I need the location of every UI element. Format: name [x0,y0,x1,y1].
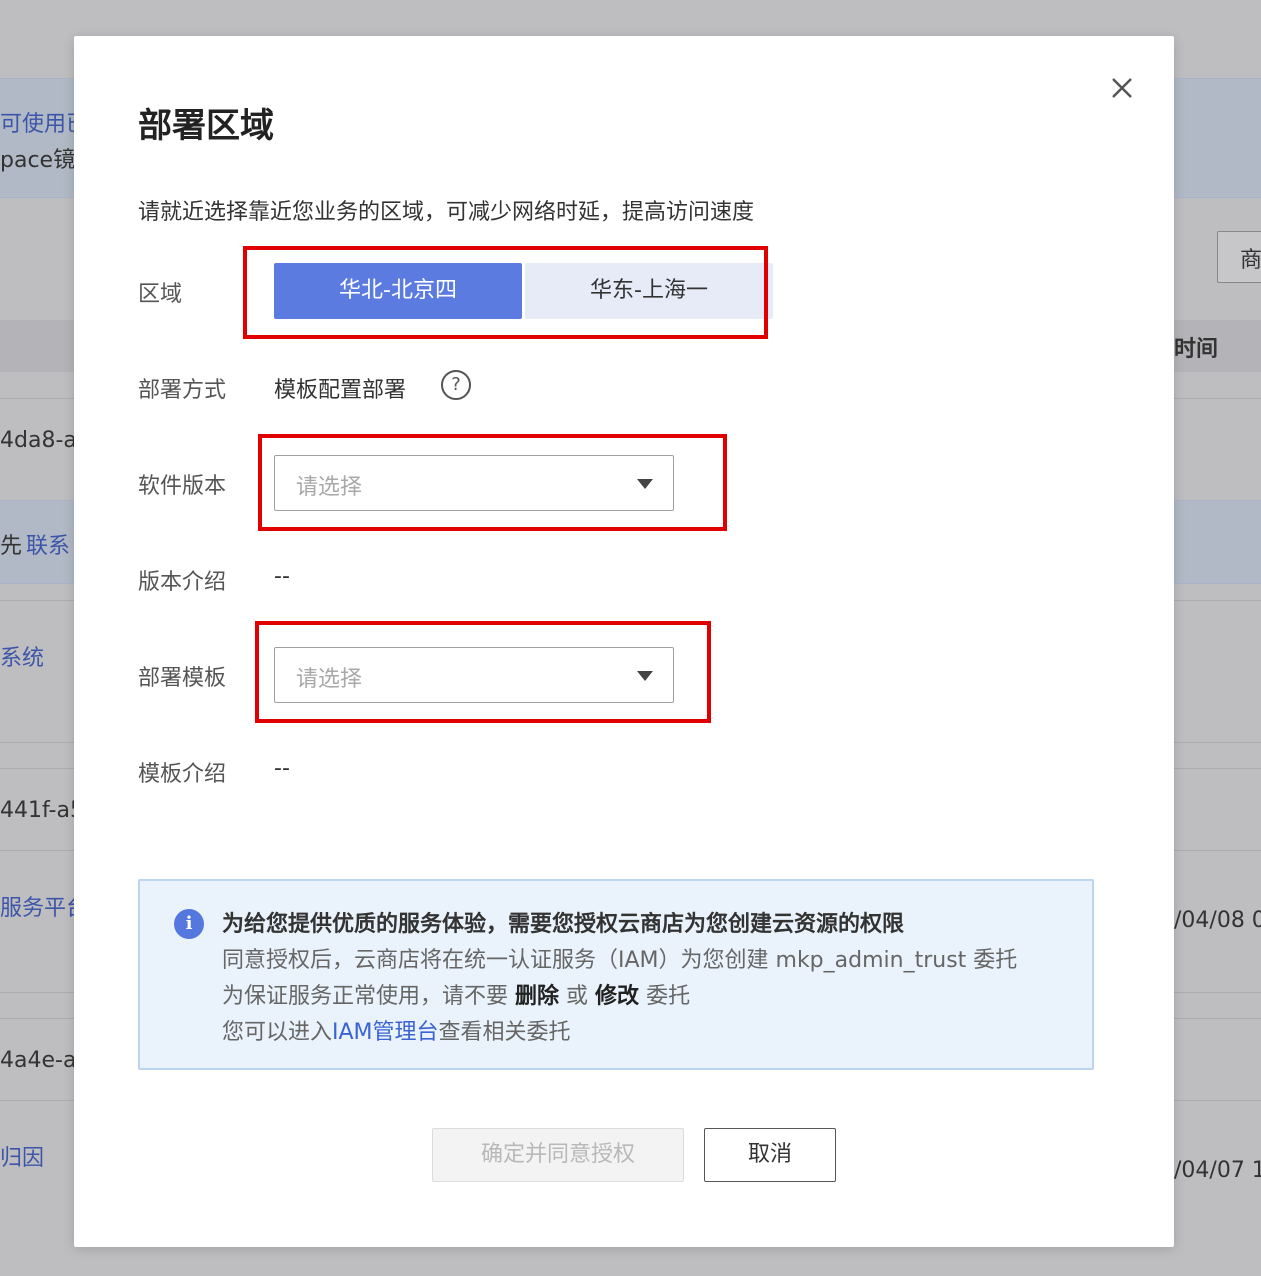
iam-console-link[interactable]: IAM管理台 [332,1020,439,1045]
bg-cell: /04/07 19 [1174,1158,1261,1183]
caret-down-icon [637,671,653,681]
bg-button-label: 商 [1240,248,1261,273]
region-option-beijing4[interactable]: 华北-北京四 [274,263,522,319]
dialog-title: 部署区域 [138,106,274,146]
authorization-notice: i 为给您提供优质的服务体验，需要您授权云商店为您创建云资源的权限 同意授权后，… [138,879,1094,1070]
bg-link: 系统 [0,646,45,671]
close-icon-glyph [1112,78,1132,98]
region-option-shanghai1[interactable]: 华东-上海一 [525,263,773,319]
notice-delete-word: 删除 [515,984,560,1009]
version-intro-label: 版本介绍 [138,570,227,595]
notice-line-3-post: 查看相关委托 [438,1020,571,1045]
bg-cell: 441f-a5 [0,798,84,823]
software-version-label: 软件版本 [138,474,227,499]
deploy-template-placeholder: 请选择 [296,667,363,692]
deploy-method-label: 部署方式 [138,378,227,403]
bg-cell: 先 [0,534,23,559]
notice-line-3-pre: 您可以进入 [222,1020,333,1045]
bg-link: 联系 [26,534,71,559]
close-icon[interactable] [1108,74,1136,102]
question-circle-icon[interactable]: ? [441,370,471,400]
bg-cell: 4a4e-af [0,1048,85,1073]
deploy-method-value: 模板配置部署 [274,378,407,403]
template-intro-label: 模板介绍 [138,762,227,787]
version-intro-value: -- [274,564,290,589]
deploy-template-label: 部署模板 [138,666,227,691]
notice-modify-word: 修改 [595,984,640,1009]
software-version-placeholder: 请选择 [296,475,363,500]
dialog-description: 请就近选择靠近您业务的区域，可减少网络时延，提高访问速度 [138,200,755,225]
notice-title: 为给您提供优质的服务体验，需要您授权云商店为您创建云资源的权限 [222,912,905,937]
notice-line-2-or: 或 [566,984,589,1009]
deploy-template-select[interactable]: 请选择 [274,647,674,703]
notice-line-2-post: 委托 [646,984,691,1009]
bg-text: pace镜 [0,148,76,173]
deploy-region-dialog: 部署区域 请就近选择靠近您业务的区域，可减少网络时延，提高访问速度 区域 华北-… [74,36,1174,1247]
confirm-authorize-button[interactable]: 确定并同意授权 [432,1128,684,1182]
notice-line-3: 您可以进入IAM管理台查看相关委托 [222,1014,571,1046]
template-intro-value: -- [274,756,290,781]
software-version-select[interactable]: 请选择 [274,455,674,511]
bg-cell: /04/08 09 [1174,908,1261,933]
cancel-button[interactable]: 取消 [704,1128,836,1182]
info-icon: i [174,909,204,939]
bg-button: 商 [1217,231,1261,283]
bg-link: 归因 [0,1146,45,1171]
caret-down-icon [637,479,653,489]
notice-line-1: 同意授权后，云商店将在统一认证服务（IAM）为您创建 mkp_admin_tru… [222,948,1018,973]
region-label: 区域 [138,282,183,307]
bg-column-header: 时间 [1174,337,1219,362]
notice-line-2: 为保证服务正常使用，请不要 删除 或 修改 委托 [222,978,690,1010]
notice-line-2-pre: 为保证服务正常使用，请不要 [222,984,509,1009]
